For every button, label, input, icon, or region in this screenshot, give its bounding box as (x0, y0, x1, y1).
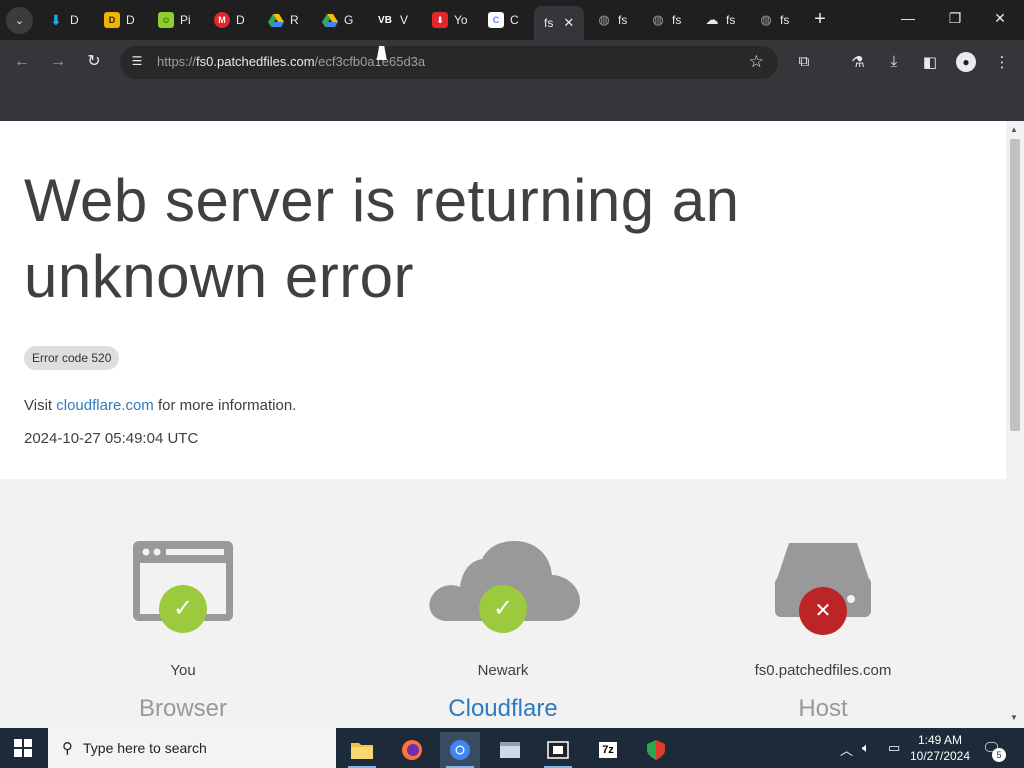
shield-icon (647, 740, 665, 760)
download-icon: ⬇ (50, 11, 62, 28)
7zip-app[interactable]: 7z (588, 732, 628, 768)
windows-taskbar: ⚲ Type here to search 7z ︿ 🔈︎ ▭ 1:49 AM … (0, 728, 1024, 768)
menu-icon[interactable]: ⋮ (993, 53, 1011, 71)
labs-flask-icon[interactable]: ⚗ (849, 53, 867, 71)
profile-avatar-icon[interactable]: ● (956, 52, 976, 72)
page-content: Web server is returning an unknown error… (0, 121, 1006, 728)
timestamp: 2024-10-27 05:49:04 UTC (24, 430, 199, 447)
notification-count-badge: 5 (992, 748, 1006, 762)
chrome-icon (450, 740, 470, 760)
film-icon (547, 741, 569, 759)
tab-13[interactable]: ☁ fs (704, 6, 736, 34)
check-icon: ✓ (479, 585, 527, 633)
taskbar-search-box[interactable]: ⚲ Type here to search (48, 728, 336, 768)
forward-button[interactable]: → (48, 52, 68, 72)
c-icon: C (488, 12, 504, 28)
host-role: Host (798, 695, 848, 722)
tab-strip: ⌄ ⬇ D D D ☺ Pi M D R G VB V ⬇ Yo C C fs … (0, 0, 1024, 40)
info-text: Visit cloudflare.com for more informatio… (24, 397, 297, 414)
scroll-down-icon[interactable]: ▼ (1010, 713, 1018, 722)
side-panel-icon[interactable]: ◧ (921, 53, 939, 71)
scroll-up-icon[interactable]: ▲ (1010, 125, 1018, 134)
drive-icon (322, 14, 338, 27)
bookmark-star-icon[interactable]: ☆ (749, 52, 764, 72)
d-icon: D (104, 12, 120, 28)
reload-button[interactable]: ↻ (84, 52, 104, 72)
tab-14[interactable]: ◍ fs (758, 6, 789, 34)
extensions-icon[interactable]: ⧉ (795, 53, 813, 70)
page-viewport: Web server is returning an unknown error… (0, 121, 1024, 728)
tab-3[interactable]: ☺ Pi (158, 6, 191, 34)
app-5[interactable] (538, 732, 578, 768)
globe-icon: ◍ (760, 12, 772, 27)
cloud-icon: ☁ (705, 12, 719, 27)
bookmarks-bar (0, 84, 1024, 121)
chevron-up-icon[interactable]: ︿ (840, 740, 853, 759)
close-tab-icon[interactable]: ✕ (563, 15, 574, 31)
tab-2[interactable]: D D (104, 6, 135, 34)
browser-toolbar: ← → ↻ ☰ https://fs0.patchedfiles.com/ecf… (0, 40, 1024, 84)
restore-button[interactable]: ❐ (945, 10, 965, 27)
tab-5[interactable]: R (268, 6, 299, 34)
vertical-scrollbar[interactable]: ▲ ▼ (1006, 121, 1024, 728)
cloudflare-link[interactable]: cloudflare.com (56, 397, 154, 414)
browser-location: You (170, 662, 196, 679)
search-icon: ⚲ (62, 740, 73, 757)
firefox-icon (402, 740, 422, 760)
taskbar-clock[interactable]: 1:49 AM 10/27/2024 (908, 732, 972, 764)
tab-active[interactable]: fs ✕ (534, 6, 585, 40)
app-7[interactable] (636, 732, 676, 768)
drive-icon (268, 14, 284, 27)
error-code-badge: Error code 520 (24, 346, 120, 370)
address-bar[interactable]: ☰ https://fs0.patchedfiles.com/ecf3cfb0a… (120, 46, 778, 79)
error-diagram: ✓ You Browser ✓ Newark Cloudflare ✕ fs0.… (0, 479, 1006, 728)
page-title: Web server is returning an unknown error (24, 167, 740, 310)
tab-1[interactable]: ⬇ D (48, 6, 79, 34)
m-icon: M (214, 12, 230, 28)
vb-icon: VB (378, 14, 392, 26)
scroll-thumb[interactable] (1010, 139, 1020, 431)
error-x-icon: ✕ (799, 587, 847, 635)
firefox-app[interactable] (392, 732, 432, 768)
folder-icon (351, 743, 373, 759)
windows-start-icon[interactable] (14, 739, 32, 757)
tab-11[interactable]: ◍ fs (596, 6, 627, 34)
file-explorer-app[interactable] (342, 732, 382, 768)
app-4[interactable] (490, 732, 530, 768)
new-tab-button[interactable]: + (810, 9, 830, 29)
tab-6[interactable]: G (322, 6, 353, 34)
minimize-button[interactable]: — (898, 10, 918, 26)
tab-12[interactable]: ◍ fs (650, 6, 681, 34)
tab-search-button[interactable]: ⌄ (6, 7, 33, 34)
tab-9[interactable]: C C (488, 6, 519, 34)
browser-role: Browser (138, 695, 228, 722)
close-window-button[interactable]: ✕ (990, 10, 1010, 27)
chrome-app[interactable] (440, 732, 480, 768)
download-icon[interactable]: ⤓ (885, 53, 903, 70)
speaker-icon[interactable]: 🔈︎ (862, 740, 870, 756)
check-icon: ✓ (159, 585, 207, 633)
network-icon[interactable]: ▭ (888, 740, 900, 756)
tab-8[interactable]: ⬇ Yo (432, 6, 468, 34)
tab-7[interactable]: VB V (376, 6, 408, 34)
7zip-icon: 7z (599, 742, 617, 758)
cloudflare-location: Newark (477, 662, 529, 679)
cloudflare-role: Cloudflare (448, 695, 558, 722)
globe-icon: ◍ (598, 12, 610, 27)
download-red-icon: ⬇ (432, 12, 448, 28)
host-location: fs0.patchedfiles.com (754, 662, 892, 679)
site-info-icon[interactable]: ☰ (128, 54, 146, 72)
globe-icon: ◍ (652, 12, 664, 27)
smile-icon: ☺ (158, 12, 174, 28)
back-button[interactable]: ← (12, 52, 32, 72)
window-app-icon (500, 742, 520, 758)
tab-4[interactable]: M D (214, 6, 245, 34)
